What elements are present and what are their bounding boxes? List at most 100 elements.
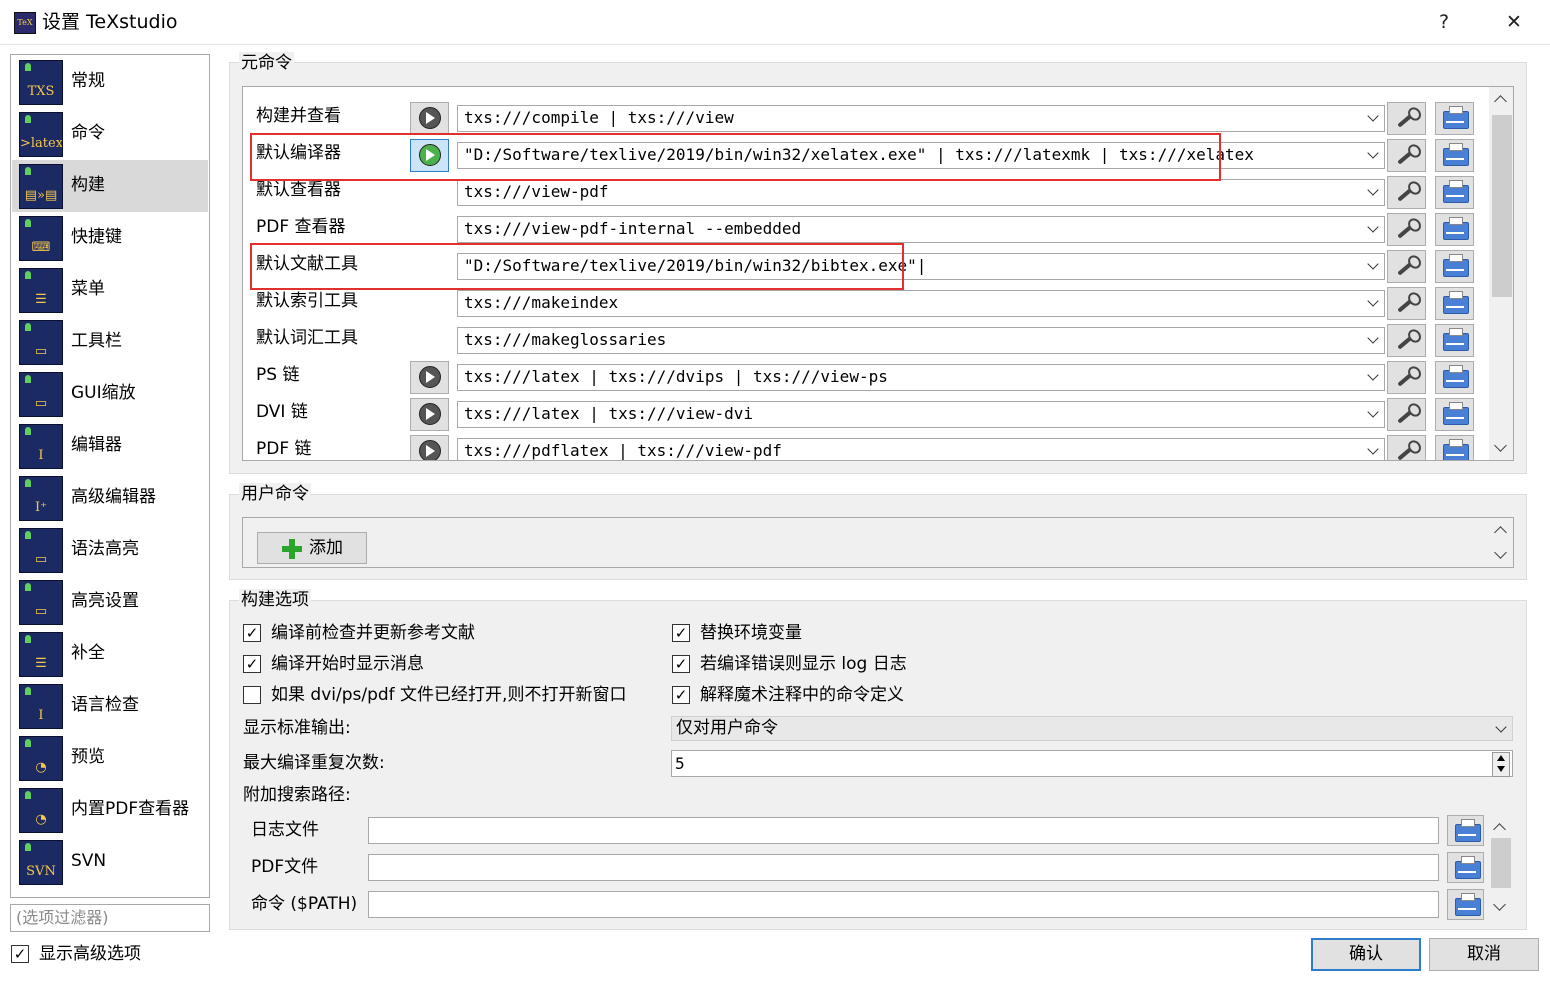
build-option-checkbox[interactable]: ✓: [243, 624, 261, 642]
sidebar-item-label: 预览: [71, 747, 105, 767]
configure-command-button[interactable]: [1387, 250, 1426, 283]
run-command-button[interactable]: [410, 102, 449, 135]
meta-scrollbar[interactable]: [1489, 87, 1513, 460]
build-option-checkbox[interactable]: ✓: [672, 686, 690, 704]
select-program-button[interactable]: [1435, 176, 1474, 209]
search-path-input[interactable]: [368, 891, 1439, 918]
add-user-command-button[interactable]: 添加: [257, 532, 367, 564]
browse-path-button[interactable]: [1447, 852, 1484, 883]
scroll-up-icon[interactable]: [1494, 526, 1507, 539]
spin-down-icon[interactable]: [1497, 766, 1505, 772]
sidebar-item[interactable]: >latex 命令: [12, 108, 208, 160]
scroll-thumb[interactable]: [1491, 838, 1511, 888]
run-command-button[interactable]: [410, 435, 449, 460]
sidebar-item[interactable]: I 语言检查: [12, 680, 208, 732]
sidebar-item[interactable]: ▭ 高亮设置: [12, 576, 208, 628]
select-program-button[interactable]: [1435, 398, 1474, 431]
sidebar-item[interactable]: TXS 常规: [12, 56, 208, 108]
configure-command-button[interactable]: [1387, 139, 1426, 172]
meta-command-combobox[interactable]: txs:///compile | txs:///view: [457, 105, 1385, 132]
meta-command-combobox[interactable]: txs:///makeindex: [457, 290, 1385, 317]
advanced-editor-icon: I⁺: [19, 476, 63, 521]
select-program-button[interactable]: [1435, 361, 1474, 394]
meta-command-combobox[interactable]: txs:///makeglossaries: [457, 327, 1385, 354]
meta-command-label: DVI 链: [256, 402, 308, 422]
select-program-button[interactable]: [1435, 139, 1474, 172]
folder-icon: [1443, 180, 1469, 203]
select-program-button[interactable]: [1435, 324, 1474, 357]
folder-icon: [1443, 291, 1469, 314]
sidebar-item[interactable]: ◔ 内置PDF查看器: [12, 784, 208, 836]
configure-command-button[interactable]: [1387, 361, 1426, 394]
sidebar-item[interactable]: ▭ 工具栏: [12, 316, 208, 368]
run-command-button[interactable]: [410, 398, 449, 431]
sidebar-item[interactable]: ▤»▤ 构建: [12, 160, 208, 212]
run-command-button[interactable]: [410, 361, 449, 394]
scroll-thumb[interactable]: [1492, 115, 1512, 297]
search-path-input[interactable]: [368, 817, 1439, 844]
scroll-down-icon[interactable]: [1494, 546, 1507, 559]
configure-command-button[interactable]: [1387, 435, 1426, 460]
meta-command-combobox[interactable]: txs:///latex | txs:///view-dvi: [457, 401, 1385, 428]
meta-command-value: txs:///view-pdf-internal --embedded: [464, 219, 802, 238]
scroll-up-icon[interactable]: [1494, 95, 1507, 108]
sidebar-item[interactable]: ☰ 补全: [12, 628, 208, 680]
sidebar-item[interactable]: I 编辑器: [12, 420, 208, 472]
sidebar-item[interactable]: ▭ 语法高亮: [12, 524, 208, 576]
configure-command-button[interactable]: [1387, 324, 1426, 357]
select-program-button[interactable]: [1435, 250, 1474, 283]
sidebar-item[interactable]: ◔ 预览: [12, 732, 208, 784]
browse-path-button[interactable]: [1447, 889, 1484, 920]
build-option-checkbox[interactable]: ✓: [672, 655, 690, 673]
paths-scrollbar[interactable]: [1488, 816, 1512, 918]
cancel-button[interactable]: 取消: [1429, 938, 1539, 971]
sidebar-item[interactable]: SVN SVN: [12, 836, 208, 888]
show-advanced-label: 显示高级选项: [39, 944, 141, 964]
browse-path-button[interactable]: [1447, 815, 1484, 846]
scroll-down-icon[interactable]: [1493, 898, 1506, 911]
configure-command-button[interactable]: [1387, 287, 1426, 320]
sidebar-item-label: 常规: [71, 71, 105, 91]
max-repeat-value: 5: [675, 754, 685, 773]
select-program-button[interactable]: [1435, 435, 1474, 460]
max-repeat-spinbox[interactable]: 5: [671, 750, 1513, 777]
select-program-button[interactable]: [1435, 102, 1474, 135]
options-filter-input[interactable]: (选项过滤器): [10, 904, 210, 932]
sidebar-item[interactable]: ⌨ 快捷键: [12, 212, 208, 264]
ok-button[interactable]: 确认: [1311, 938, 1421, 971]
select-program-button[interactable]: [1435, 213, 1474, 246]
wrench-icon: [1397, 110, 1417, 128]
sidebar-item-label: 构建: [71, 175, 105, 195]
scroll-up-icon[interactable]: [1493, 823, 1506, 836]
search-path-input[interactable]: [368, 854, 1439, 881]
sidebar-item[interactable]: I⁺ 高级编辑器: [12, 472, 208, 524]
build-option-checkbox[interactable]: [243, 686, 261, 704]
svn-icon: SVN: [19, 840, 63, 885]
meta-command-combobox[interactable]: txs:///view-pdf: [457, 179, 1385, 206]
configure-command-button[interactable]: [1387, 213, 1426, 246]
configure-command-button[interactable]: [1387, 398, 1426, 431]
play-arrow-icon: [426, 112, 435, 124]
spin-up-icon[interactable]: [1497, 755, 1505, 761]
configure-command-button[interactable]: [1387, 102, 1426, 135]
meta-command-combobox[interactable]: txs:///view-pdf-internal --embedded: [457, 216, 1385, 243]
stdout-select[interactable]: 仅对用户命令: [671, 716, 1513, 741]
sidebar-item[interactable]: ☰ 菜单: [12, 264, 208, 316]
select-program-button[interactable]: [1435, 287, 1474, 320]
build-option-checkbox[interactable]: ✓: [243, 655, 261, 673]
user-scrollbar[interactable]: [1489, 518, 1513, 567]
show-advanced-checkbox[interactable]: ✓: [11, 945, 29, 963]
build-option-checkbox[interactable]: ✓: [672, 624, 690, 642]
close-button[interactable]: ✕: [1499, 8, 1529, 36]
configure-command-button[interactable]: [1387, 176, 1426, 209]
search-path-label: 命令 ($PATH): [251, 894, 358, 914]
language-check-icon: I: [19, 684, 63, 729]
spin-buttons[interactable]: [1492, 752, 1510, 777]
meta-command-value: txs:///compile | txs:///view: [464, 108, 734, 127]
meta-command-combobox[interactable]: txs:///latex | txs:///dvips | txs:///vie…: [457, 364, 1385, 391]
chevron-down-icon: [1367, 221, 1379, 233]
help-button[interactable]: ?: [1429, 8, 1459, 36]
sidebar-item[interactable]: ▭ GUI缩放: [12, 368, 208, 420]
scroll-down-icon[interactable]: [1494, 439, 1507, 452]
meta-command-combobox[interactable]: txs:///pdflatex | txs:///view-pdf: [457, 438, 1385, 460]
